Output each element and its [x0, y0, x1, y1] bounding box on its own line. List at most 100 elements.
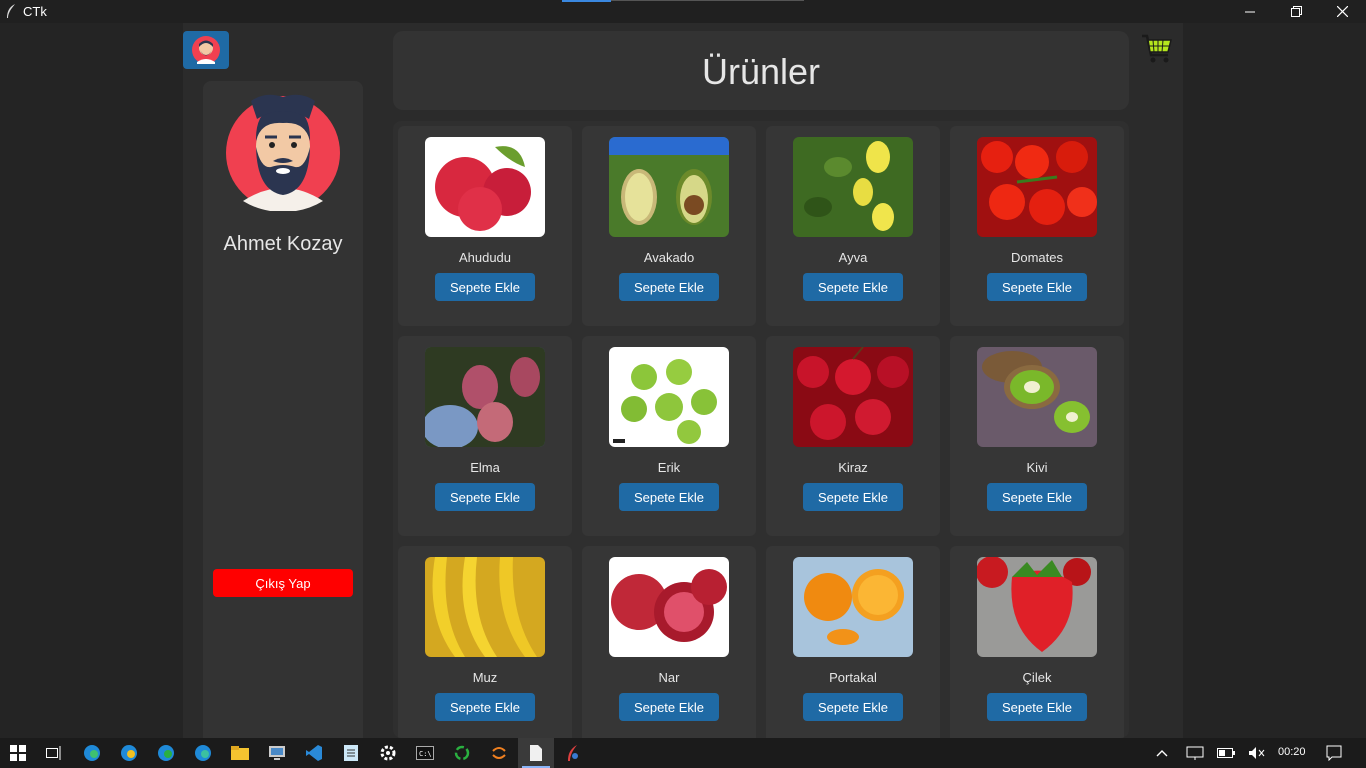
notifications-button[interactable]	[1316, 738, 1352, 768]
page-title: Ürünler	[701, 51, 821, 92]
taskbar-app[interactable]	[222, 738, 258, 768]
taskbar-app[interactable]	[185, 738, 221, 768]
notepad-icon	[344, 745, 358, 761]
add-to-cart-button[interactable]: Sepete Ekle	[987, 483, 1087, 511]
product-image-avocado	[609, 137, 729, 237]
title-accent-line	[611, 0, 804, 1]
volume-button[interactable]	[1239, 738, 1275, 768]
product-name: Kivi	[1026, 460, 1048, 475]
windows-logo-icon	[10, 745, 26, 761]
close-button[interactable]	[1319, 0, 1365, 23]
start-button[interactable]	[0, 738, 36, 768]
shopping-cart-icon[interactable]	[1140, 31, 1174, 65]
product-card: Ahududu Sepete Ekle	[398, 126, 572, 326]
product-grid: Ahududu Sepete Ekle Avakado Sepete Ekle …	[393, 121, 1129, 738]
feather-app-icon	[7, 4, 15, 18]
product-name: Kiraz	[838, 460, 868, 475]
product-card: Ayva Sepete Ekle	[766, 126, 940, 326]
taskbar-app[interactable]	[148, 738, 184, 768]
product-image-cherry	[793, 347, 913, 447]
taskbar-app[interactable]	[259, 738, 295, 768]
product-name: Avakado	[643, 250, 695, 265]
add-to-cart-button[interactable]: Sepete Ekle	[619, 693, 719, 721]
product-image-plum	[609, 347, 729, 447]
network-icon	[1186, 746, 1204, 760]
product-card: Muz Sepete Ekle	[398, 546, 572, 738]
title-bar: CTk	[0, 0, 1366, 23]
taskbar-app[interactable]	[555, 738, 591, 768]
window-title: CTk	[23, 4, 47, 19]
taskbar-app[interactable]	[74, 738, 110, 768]
taskbar-app[interactable]	[370, 738, 406, 768]
product-image-apple	[425, 347, 545, 447]
product-card: Kiraz Sepete Ekle	[766, 336, 940, 536]
product-name: Ayva	[838, 250, 868, 265]
product-name: Erik	[657, 460, 681, 475]
terminal-icon: C:\	[416, 746, 434, 760]
title-accent	[562, 0, 611, 2]
battery-icon	[1217, 748, 1235, 758]
product-card: Avakado Sepete Ekle	[582, 126, 756, 326]
avatar-icon	[192, 36, 220, 64]
product-name: Portakal	[829, 670, 877, 685]
add-to-cart-button[interactable]: Sepete Ekle	[435, 483, 535, 511]
profile-avatar	[226, 94, 340, 211]
page-header: Ürünler	[393, 31, 1129, 110]
volume-muted-icon	[1249, 747, 1265, 759]
taskbar-app[interactable]	[444, 738, 480, 768]
product-image-quince	[793, 137, 913, 237]
product-name: Domates	[1010, 250, 1064, 265]
product-image-raspberry	[425, 137, 545, 237]
clock[interactable]: 00:20	[1278, 746, 1306, 758]
product-card: Elma Sepete Ekle	[398, 336, 572, 536]
taskbar-app[interactable]: C:\	[407, 738, 443, 768]
chevron-up-icon	[1156, 750, 1168, 757]
vscode-icon	[306, 745, 322, 761]
close-icon	[1336, 6, 1348, 17]
add-to-cart-button[interactable]: Sepete Ekle	[987, 693, 1087, 721]
edge-icon	[195, 745, 211, 761]
profile-sidebar: Ahmet Kozay Çıkış Yap	[203, 81, 363, 751]
product-name: Ahududu	[458, 250, 512, 265]
add-to-cart-button[interactable]: Sepete Ekle	[619, 273, 719, 301]
profile-name: Ahmet Kozay	[223, 233, 343, 255]
add-to-cart-button[interactable]: Sepete Ekle	[435, 693, 535, 721]
product-name: Muz	[472, 670, 498, 685]
product-name: Nar	[658, 670, 680, 685]
taskbar-app-active[interactable]	[518, 738, 554, 768]
left-margin	[0, 23, 183, 738]
product-card: Domates Sepete Ekle	[950, 126, 1124, 326]
edge-canary-icon	[121, 745, 137, 761]
add-to-cart-button[interactable]: Sepete Ekle	[435, 273, 535, 301]
tray-overflow-button[interactable]	[1144, 738, 1180, 768]
task-view-button[interactable]	[36, 738, 72, 768]
taskbar-app[interactable]	[333, 738, 369, 768]
taskbar-app[interactable]	[481, 738, 517, 768]
app-window: Ahmet Kozay Çıkış Yap Ürünler Ahududu Se…	[0, 23, 1366, 751]
product-card: Çilek Sepete Ekle	[950, 546, 1124, 738]
add-to-cart-button[interactable]: Sepete Ekle	[803, 483, 903, 511]
add-to-cart-button[interactable]: Sepete Ekle	[803, 693, 903, 721]
restore-icon	[1290, 6, 1302, 17]
sync-app-icon	[492, 747, 506, 759]
restore-button[interactable]	[1273, 0, 1319, 23]
product-card: Erik Sepete Ekle	[582, 336, 756, 536]
notification-icon	[1326, 745, 1342, 761]
task-view-icon	[46, 746, 61, 760]
minimize-button[interactable]	[1227, 0, 1273, 23]
product-card: Nar Sepete Ekle	[582, 546, 756, 738]
taskbar: C:\ 00:20	[0, 738, 1366, 768]
product-image-strawberry	[977, 557, 1097, 657]
product-name: Çilek	[1022, 670, 1052, 685]
add-to-cart-button[interactable]: Sepete Ekle	[803, 273, 903, 301]
product-image-kiwi	[977, 347, 1097, 447]
profile-toggle-button[interactable]	[183, 31, 229, 69]
taskbar-app[interactable]	[296, 738, 332, 768]
product-image-tomato	[977, 137, 1097, 237]
product-card: Kivi Sepete Ekle	[950, 336, 1124, 536]
edge-dev-icon	[158, 745, 174, 761]
add-to-cart-button[interactable]: Sepete Ekle	[619, 483, 719, 511]
add-to-cart-button[interactable]: Sepete Ekle	[987, 273, 1087, 301]
logout-button[interactable]: Çıkış Yap	[213, 569, 353, 597]
taskbar-app[interactable]	[111, 738, 147, 768]
